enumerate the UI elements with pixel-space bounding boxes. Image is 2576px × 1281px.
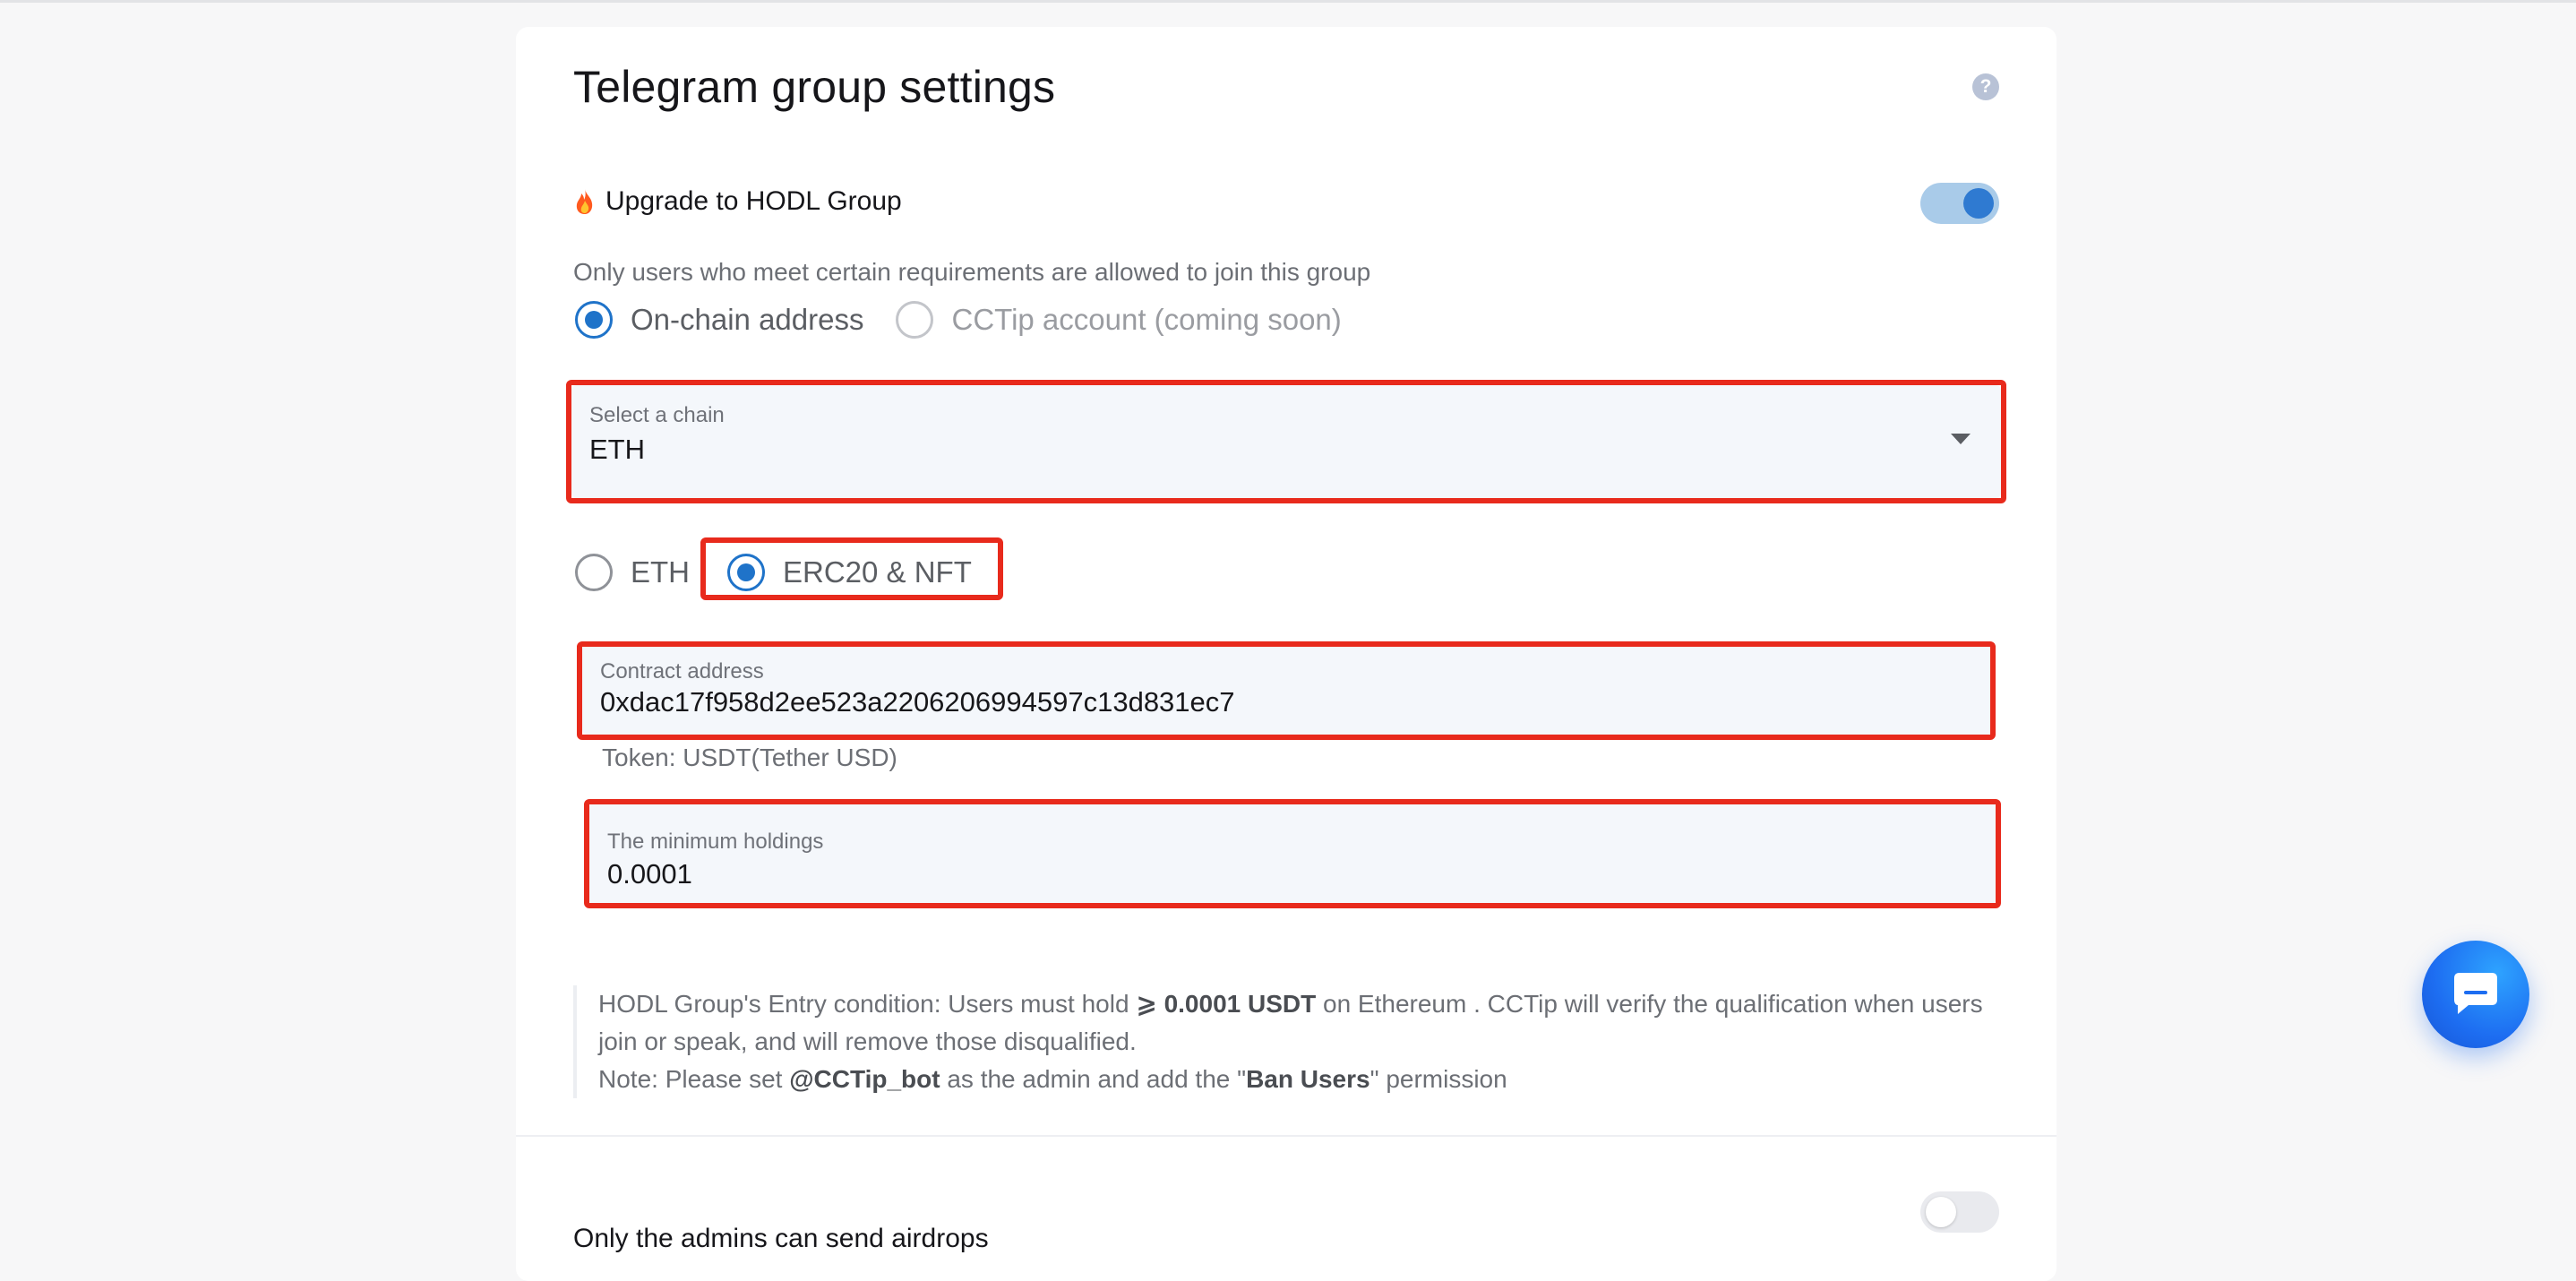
chat-button[interactable] [2422,941,2529,1048]
help-icon[interactable]: ? [1972,73,1999,100]
chain-select-label: Select a chain [589,403,725,427]
min-holdings-field[interactable]: The minimum holdings 0.0001 [589,803,1996,905]
hodl-toggle[interactable] [1920,183,1999,224]
token-type-group: ETH ERC20 & NFT [575,554,1004,591]
account-type-group: On-chain address CCTip account (coming s… [575,301,1374,339]
note-amount: ⩾ 0.0001 USDT [1136,990,1317,1018]
radio-eth-circle[interactable] [575,554,613,591]
airdrop-toggle[interactable] [1920,1191,1999,1233]
note-admin-prefix: Note: Please set [598,1065,790,1093]
note-prefix: HODL Group's Entry condition: Users must… [598,990,1137,1018]
radio-cctip[interactable]: CCTip account (coming soon) [896,301,1342,339]
radio-erc20-circle[interactable] [727,554,765,591]
chain-select-value: ETH [589,434,645,465]
toggle-knob [1926,1197,1956,1227]
contract-address-label: Contract address [600,659,764,683]
token-info: Token: USDT(Tether USD) [602,744,897,771]
toggle-knob [1963,188,1994,219]
contract-address-field[interactable]: Contract address 0xdac17f958d2ee523a2206… [582,645,1994,735]
chevron-down-icon[interactable] [1951,434,1971,444]
radio-cctip-circle[interactable] [896,301,934,339]
page-title: Telegram group settings [573,62,1056,112]
upgrade-row: Upgrade to HODL Group [573,186,902,217]
radio-onchain[interactable]: On-chain address [575,301,863,339]
radio-erc20[interactable]: ERC20 & NFT [727,554,972,591]
top-border [0,0,2576,3]
section-divider [516,1135,2057,1137]
radio-onchain-circle[interactable] [575,301,613,339]
chain-select[interactable]: Select a chain ETH [571,385,2001,498]
fire-icon [576,189,593,214]
hodl-description: Only users who meet certain requirements… [573,258,1371,286]
contract-address-value[interactable]: 0xdac17f958d2ee523a2206206994597c13d831e… [600,686,1235,718]
radio-eth-label: ETH [631,555,690,589]
airdrop-admins-label: Only the admins can send airdrops [573,1224,989,1253]
radio-cctip-label: CCTip account (coming soon) [951,303,1342,336]
note-admin-middle: as the admin and add the " [940,1065,1247,1093]
note-admin-suffix: " permission [1370,1065,1507,1093]
radio-erc20-label: ERC20 & NFT [783,555,972,589]
note-permission: Ban Users [1246,1065,1370,1093]
chat-bubble-icon [2454,973,2497,1014]
entry-condition-note: HODL Group's Entry condition: Users must… [573,985,2001,1098]
min-holdings-value[interactable]: 0.0001 [607,858,692,890]
radio-onchain-label: On-chain address [631,303,864,336]
radio-eth[interactable]: ETH [575,554,690,591]
min-holdings-label: The minimum holdings [607,830,824,854]
note-bot: @CCTip_bot [789,1065,940,1093]
upgrade-label: Upgrade to HODL Group [605,186,902,216]
settings-card: Telegram group settings ? Upgrade to HOD… [516,27,2057,1281]
